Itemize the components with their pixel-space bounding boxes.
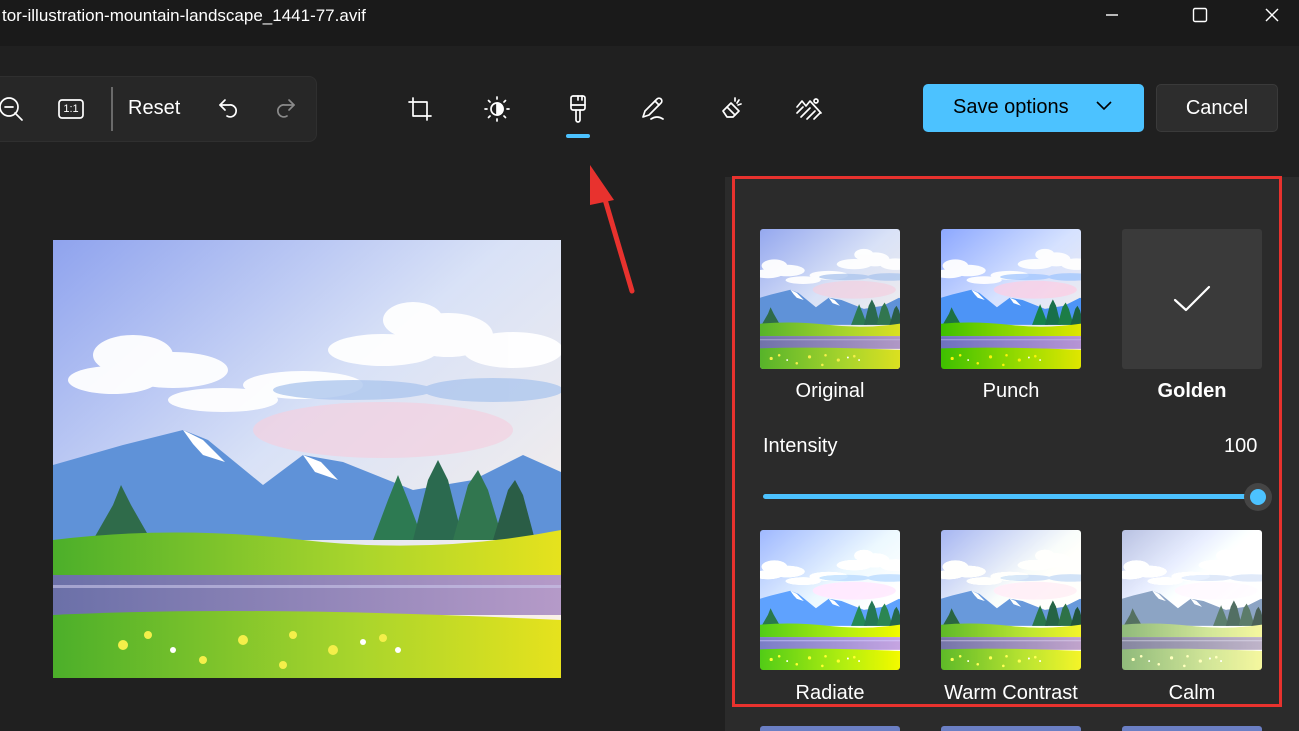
brightness-icon — [484, 96, 510, 122]
maximize-button[interactable] — [1170, 0, 1230, 30]
filter-brush-icon — [570, 95, 586, 123]
markup-tool-button[interactable] — [630, 86, 676, 132]
erase-tool-button[interactable] — [708, 86, 754, 132]
undo-icon — [219, 99, 237, 118]
eraser-icon — [722, 97, 742, 118]
next-filter-thumb-peek — [1122, 726, 1262, 731]
zoom-out-button[interactable] — [0, 89, 30, 129]
save-options-label: Save options — [953, 96, 1069, 118]
minimize-icon — [1106, 14, 1118, 16]
crop-tool-button[interactable] — [397, 86, 443, 132]
cancel-button[interactable]: Cancel — [1156, 84, 1278, 132]
actual-size-button[interactable]: 1:1 — [50, 89, 92, 129]
minimize-button[interactable] — [1082, 0, 1142, 30]
next-filter-thumb-peek — [941, 726, 1081, 731]
background-blur-icon — [796, 98, 822, 120]
close-icon — [1265, 8, 1279, 22]
zoom-out-icon — [0, 97, 23, 121]
undo-button[interactable] — [208, 89, 248, 129]
background-tool-button[interactable] — [786, 86, 832, 132]
landscape-image — [53, 240, 561, 678]
save-options-button[interactable]: Save options — [923, 84, 1144, 132]
filter-tool-button[interactable] — [555, 86, 601, 132]
photo-canvas[interactable] — [53, 240, 561, 678]
view-toolbar: 1:1 Reset — [0, 76, 317, 142]
redo-icon — [277, 99, 295, 118]
pen-icon — [642, 97, 664, 120]
chevron-down-icon — [1096, 101, 1112, 111]
maximize-icon — [1192, 7, 1208, 23]
reset-button[interactable]: Reset — [128, 97, 180, 120]
toolbar-separator — [111, 87, 113, 131]
crop-icon — [408, 97, 432, 121]
window-title: tor-illustration-mountain-landscape_1441… — [2, 6, 366, 25]
selected-tool-indicator — [566, 134, 590, 138]
adjustment-tool-button[interactable] — [474, 86, 520, 132]
annotation-highlight-box — [732, 176, 1282, 707]
redo-button[interactable] — [266, 89, 306, 129]
next-filter-thumb-peek — [760, 726, 900, 731]
title-bar: tor-illustration-mountain-landscape_1441… — [0, 0, 1299, 46]
close-button[interactable] — [1242, 0, 1299, 30]
actual-size-label: 1:1 — [63, 103, 79, 115]
